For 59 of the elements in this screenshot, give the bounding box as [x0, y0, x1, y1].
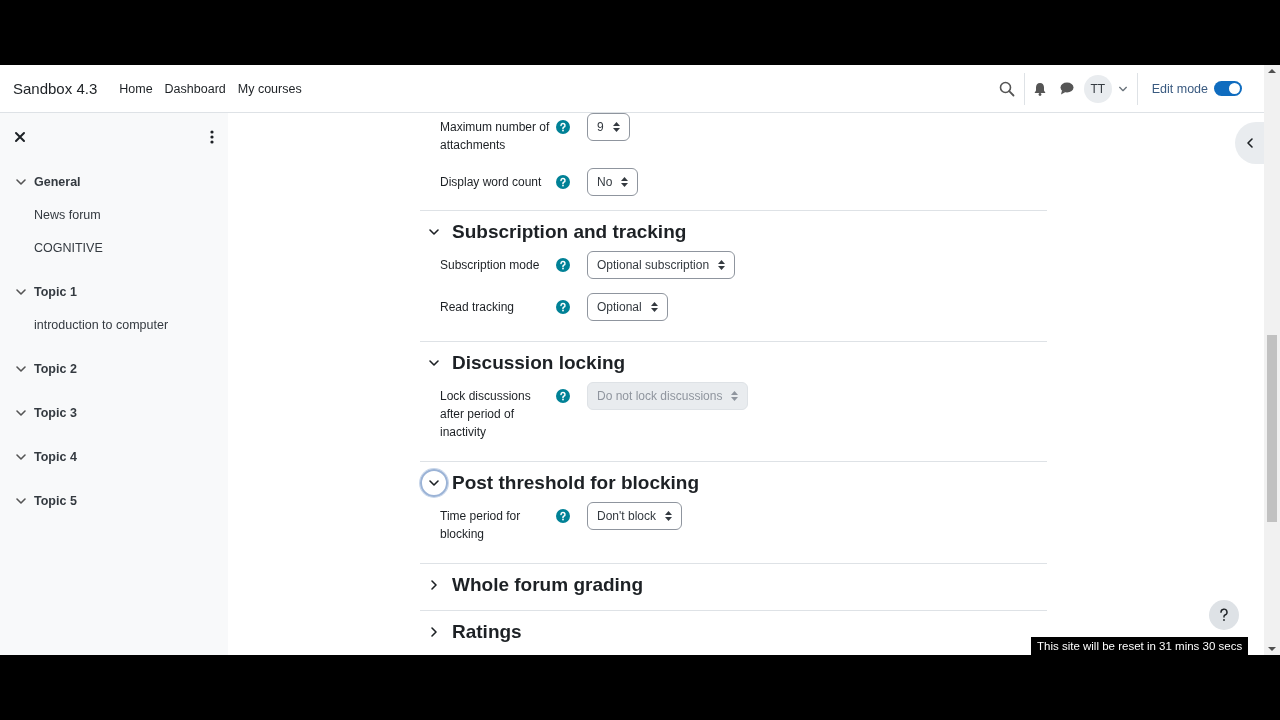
- activity-link[interactable]: COGNITIVE: [34, 240, 103, 255]
- help-button[interactable]: [1209, 600, 1239, 630]
- search-icon[interactable]: [998, 80, 1015, 97]
- activity-link[interactable]: introduction to computer: [34, 317, 169, 332]
- sort-caret-icon: [621, 177, 629, 187]
- chevron-right-icon: [428, 579, 440, 591]
- help-icon: [556, 258, 570, 272]
- nav-link[interactable]: My courses: [237, 81, 302, 96]
- section-link[interactable]: Topic 3: [34, 405, 77, 420]
- field-label: Lock discussions after period of inactivity: [440, 388, 532, 441]
- help-icon: [556, 509, 570, 523]
- select-field[interactable]: 9: [587, 113, 630, 141]
- section-heading: Subscription and tracking: [452, 221, 687, 243]
- collapse-button[interactable]: [420, 469, 448, 497]
- help-icon: [556, 175, 570, 189]
- field-label: Read tracking: [440, 299, 516, 316]
- edit-mode-toggle[interactable]: [1214, 81, 1242, 96]
- section-link[interactable]: Topic 4: [34, 449, 77, 464]
- chat-bubble-icon[interactable]: [1059, 82, 1074, 95]
- section-heading: Post threshold for blocking: [452, 472, 699, 494]
- sort-caret-icon: [665, 511, 672, 521]
- section-heading: Whole forum grading: [452, 574, 644, 596]
- drawer-toggle-button[interactable]: [1235, 122, 1264, 164]
- section-link[interactable]: Topic 5: [34, 493, 77, 508]
- sort-caret-icon: [718, 260, 726, 270]
- select-field[interactable]: Optional subscription: [587, 251, 736, 279]
- section-link[interactable]: Topic 2: [34, 361, 77, 376]
- field-label: Display word count: [440, 174, 543, 191]
- nav-link[interactable]: Dashboard: [164, 81, 226, 96]
- kebab-menu-icon[interactable]: [210, 130, 214, 144]
- help-icon: [556, 300, 570, 314]
- section-link[interactable]: Topic 1: [34, 284, 77, 299]
- chevron-down-icon: [428, 226, 440, 238]
- field-label: Time period for blocking: [440, 508, 522, 543]
- chevron-down-icon: [428, 477, 440, 489]
- section-link[interactable]: General: [34, 174, 81, 189]
- select-field[interactable]: Optional: [587, 293, 668, 321]
- select-field[interactable]: Don't block: [587, 502, 682, 530]
- help-icon: [556, 120, 570, 134]
- section-heading: Discussion locking: [452, 352, 626, 374]
- reset-notice: This site will be reset in 31 mins 30 secs: [1031, 637, 1249, 655]
- select-field[interactable]: No: [587, 168, 639, 196]
- section-heading: Ratings: [452, 621, 522, 643]
- sort-caret-icon: [612, 122, 620, 132]
- sort-caret-icon: [731, 391, 739, 401]
- bell-icon[interactable]: [1033, 81, 1046, 96]
- sort-caret-icon: [650, 302, 658, 312]
- help-icon: [1219, 608, 1229, 622]
- edit-mode-label: Edit mode: [1151, 81, 1208, 96]
- field-label: Maximum number of attachments: [440, 119, 550, 154]
- activity-link[interactable]: News forum: [34, 207, 101, 222]
- nav-link[interactable]: Home: [119, 81, 153, 96]
- chevron-right-icon: [428, 626, 440, 638]
- user-avatar[interactable]: TT: [1083, 74, 1112, 103]
- site-name[interactable]: Sandbox 4.3: [13, 80, 98, 97]
- field-label: Subscription mode: [440, 257, 541, 274]
- help-icon: [556, 389, 570, 403]
- close-icon[interactable]: [14, 131, 26, 143]
- chevron-down-icon: [428, 357, 440, 369]
